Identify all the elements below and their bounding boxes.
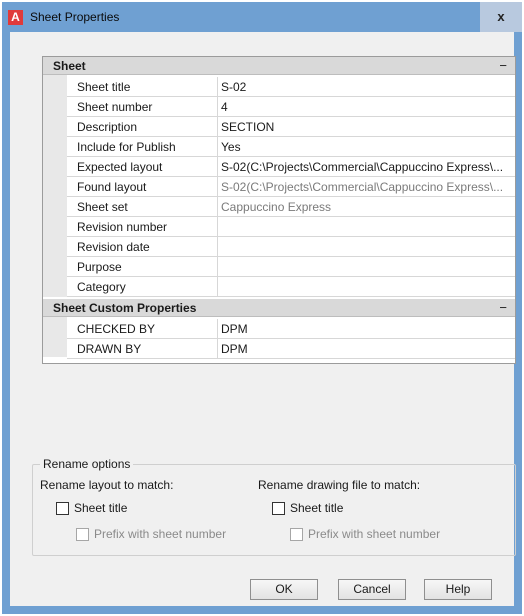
property-value[interactable]: DPM xyxy=(221,342,513,356)
section-header-custom[interactable]: Sheet Custom Properties − xyxy=(43,299,515,317)
property-label: Sheet number xyxy=(77,100,153,114)
window-title: Sheet Properties xyxy=(30,10,120,24)
drawing-sheet-title-checkbox[interactable] xyxy=(272,502,285,515)
property-value: Cappuccino Express xyxy=(221,200,332,214)
close-button[interactable]: x xyxy=(480,2,522,32)
property-label: Category xyxy=(77,280,126,294)
property-label: Expected layout xyxy=(77,160,163,174)
layout-prefix-label: Prefix with sheet number xyxy=(94,527,227,541)
property-value[interactable]: Yes xyxy=(221,140,513,154)
rename-drawing-heading: Rename drawing file to match: xyxy=(258,478,421,492)
autocad-logo-icon: A xyxy=(8,10,23,25)
property-label: CHECKED BY xyxy=(77,322,156,336)
property-value[interactable]: S-02 xyxy=(221,80,513,94)
property-label: Sheet set xyxy=(77,200,128,214)
section-title-custom: Sheet Custom Properties xyxy=(53,301,197,315)
property-row-category[interactable]: Category xyxy=(67,277,515,297)
property-row-purpose[interactable]: Purpose xyxy=(67,257,515,277)
help-button[interactable]: Help xyxy=(424,579,492,600)
property-label: DRAWN BY xyxy=(77,342,142,356)
property-row-expected-layout[interactable]: Expected layout S-02(C:\Projects\Commerci… xyxy=(67,157,515,177)
drawing-prefix-checkbox xyxy=(290,528,303,541)
section-title-sheet: Sheet xyxy=(53,59,86,73)
rename-options-legend: Rename options xyxy=(40,457,134,471)
section-header-sheet[interactable]: Sheet − xyxy=(43,57,515,75)
properties-grid: Sheet − Sheet title S-02 Sheet number 4 De… xyxy=(42,56,516,364)
cancel-button[interactable]: Cancel xyxy=(338,579,406,600)
drawing-sheet-title-label[interactable]: Sheet title xyxy=(290,501,343,515)
property-value[interactable]: 4 xyxy=(221,100,513,114)
property-label: Include for Publish xyxy=(77,140,176,154)
property-row-include-for-publish[interactable]: Include for Publish Yes xyxy=(67,137,515,157)
property-label: Sheet title xyxy=(77,80,131,94)
property-row-sheet-set: Sheet set Cappuccino Express xyxy=(67,197,515,217)
property-label: Found layout xyxy=(77,180,147,194)
layout-prefix-checkbox xyxy=(76,528,89,541)
rename-layout-heading: Rename layout to match: xyxy=(40,478,174,492)
property-row-drawn-by[interactable]: DRAWN BY DPM xyxy=(67,339,515,359)
property-label: Purpose xyxy=(77,260,122,274)
property-row-sheet-title[interactable]: Sheet title S-02 xyxy=(67,77,515,97)
ok-button[interactable]: OK xyxy=(250,579,318,600)
property-value[interactable]: DPM xyxy=(221,322,513,336)
property-row-revision-date[interactable]: Revision date xyxy=(67,237,515,257)
property-row-found-layout: Found layout S-02(C:\Projects\Commercial\… xyxy=(67,177,515,197)
layout-sheet-title-checkbox[interactable] xyxy=(56,502,69,515)
collapse-icon[interactable]: − xyxy=(499,299,507,317)
grid-gutter xyxy=(43,75,67,297)
layout-sheet-title-label[interactable]: Sheet title xyxy=(74,501,127,515)
collapse-icon[interactable]: − xyxy=(499,57,507,75)
property-label: Revision date xyxy=(77,240,150,254)
property-row-revision-number[interactable]: Revision number xyxy=(67,217,515,237)
title-bar[interactable]: A Sheet Properties x xyxy=(2,2,522,32)
grid-gutter xyxy=(43,317,67,357)
property-value[interactable]: SECTION xyxy=(221,120,513,134)
property-label: Revision number xyxy=(77,220,168,234)
property-value[interactable]: S-02(C:\Projects\Commercial\Cappuccino E… xyxy=(221,160,513,174)
drawing-prefix-label: Prefix with sheet number xyxy=(308,527,441,541)
property-row-description[interactable]: Description SECTION xyxy=(67,117,515,137)
property-value: S-02(C:\Projects\Commercial\Cappuccino E… xyxy=(221,180,504,194)
property-label: Description xyxy=(77,120,138,134)
property-row-checked-by[interactable]: CHECKED BY DPM xyxy=(67,319,515,339)
property-row-sheet-number[interactable]: Sheet number 4 xyxy=(67,97,515,117)
